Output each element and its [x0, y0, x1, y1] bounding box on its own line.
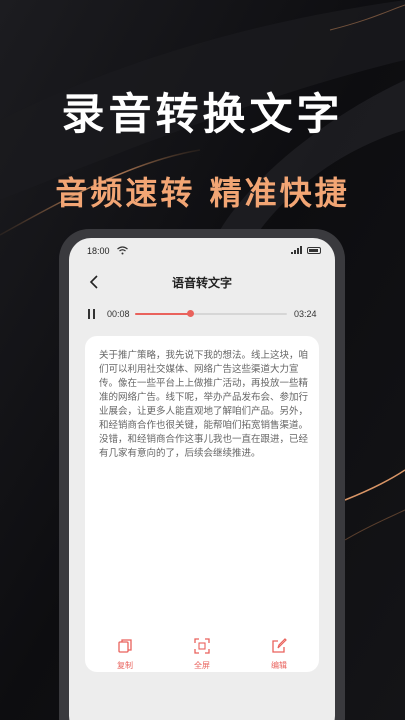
fullscreen-label: 全屏 [194, 661, 210, 670]
progress-fill [135, 313, 190, 315]
signal-icon [291, 246, 302, 254]
headline: 录音转换文字 [61, 90, 344, 140]
total-time: 03:24 [294, 309, 317, 319]
copy-icon [118, 639, 132, 653]
fullscreen-icon [194, 638, 210, 654]
nav-bar: 语音转文字 [69, 268, 335, 296]
page-title: 语音转文字 [171, 276, 232, 290]
wifi-icon [117, 246, 128, 255]
transcript-text: 关于推广策略，我先说下我的想法。线上这块，咱们可以利用社交媒体、网络广告这些渠道… [99, 350, 309, 459]
audio-player: 00:08 03:24 [69, 304, 335, 324]
phone-screen: 18:00 语音转文字 00:08 03:24 关于推广策略，我先说下我的想法。… [69, 238, 335, 720]
battery-icon [307, 247, 321, 254]
copy-label: 复制 [117, 661, 133, 670]
status-time: 18:00 [87, 246, 110, 256]
edit-icon [272, 638, 287, 653]
copy-button[interactable]: 复制 [105, 638, 145, 671]
action-bar: 复制 全屏 编辑 [85, 638, 319, 678]
status-bar: 18:00 [69, 238, 335, 264]
fullscreen-button[interactable]: 全屏 [182, 638, 222, 671]
edit-label: 编辑 [271, 661, 287, 670]
edit-button[interactable]: 编辑 [259, 638, 299, 671]
transcript-card: 关于推广策略，我先说下我的想法。线上这块，咱们可以利用社交媒体、网络广告这些渠道… [85, 336, 319, 672]
progress-slider[interactable] [135, 310, 287, 317]
subline: 音频速转 精准快捷 [55, 174, 350, 212]
progress-knob[interactable] [186, 310, 194, 317]
pause-icon[interactable] [86, 308, 98, 320]
current-time: 00:08 [107, 309, 130, 319]
